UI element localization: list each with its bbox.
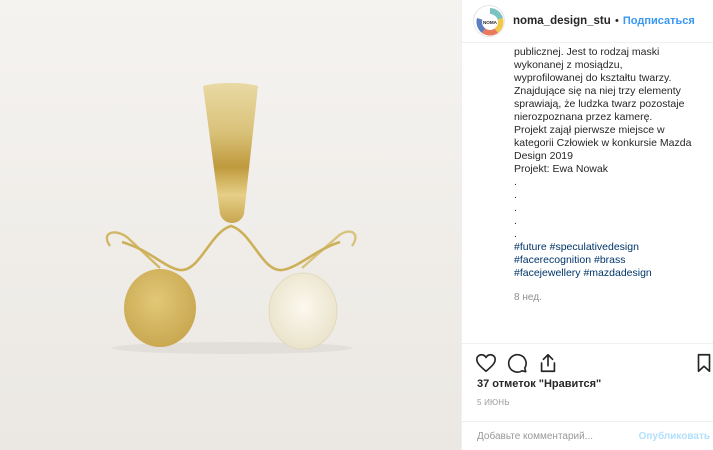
caption-line: wykonanej z mosiądzu, [514, 59, 623, 71]
caption-line: nierozpoznana przez kamerę. [514, 111, 653, 123]
comment-icon[interactable] [506, 352, 528, 374]
post-actions-bar [462, 343, 713, 373]
post-side-panel: NOMA noma_design_studi • Подписаться pub… [461, 0, 713, 450]
post-photo[interactable] [0, 0, 461, 450]
comment-bar: Опубликовать [462, 421, 713, 450]
publish-button[interactable]: Опубликовать [639, 431, 710, 442]
post-date: 5 июнь [477, 398, 510, 407]
hashtag-link[interactable]: #future [514, 241, 547, 253]
caption-line: Znajdujące się na niej trzy elementy [514, 85, 681, 97]
comment-input[interactable] [477, 430, 637, 442]
caption-line: Projekt zajął pierwsze miejsce w [514, 124, 665, 136]
caption-line: Projekt: Ewa Nowak [514, 163, 608, 175]
caption-line: . [514, 176, 517, 188]
username-link[interactable]: noma_design_studi [513, 15, 611, 27]
bookmark-icon[interactable] [693, 352, 713, 374]
caption-line: . [514, 215, 517, 227]
hashtag-line: #future #speculativedesign [514, 241, 708, 254]
hashtag-link[interactable]: #facejewellery [514, 267, 581, 279]
heart-icon[interactable] [475, 352, 497, 374]
caption-line: . [514, 189, 517, 201]
brass-face-jewellery-photo [0, 0, 461, 450]
separator-dot: • [615, 15, 619, 27]
hashtag-link[interactable]: #facerecognition [514, 254, 591, 266]
share-icon[interactable] [537, 352, 559, 374]
hashtag-link[interactable]: #brass [594, 254, 626, 266]
caption-time-ago[interactable]: 8 нед. [514, 291, 708, 304]
caption-line: kategorii Człowiek w konkursie Mazda [514, 137, 692, 149]
caption-text: publicznej. Jest to rodzaj maski wykonan… [462, 46, 713, 328]
hashtag-line: #facerecognition #brass [514, 254, 708, 267]
avatar[interactable]: NOMA [473, 5, 505, 37]
caption-line: . [514, 228, 517, 240]
caption-line: . [514, 202, 517, 214]
caption-line: publicznej. Jest to rodzaj maski [514, 46, 660, 58]
hashtag-link[interactable]: #mazdadesign [583, 267, 651, 279]
hashtag-line: #facejewellery #mazdadesign [514, 267, 708, 280]
caption-line: sprawiają, że ludzka twarz pozostaje [514, 98, 685, 110]
follow-button[interactable]: Подписаться [623, 15, 695, 27]
likes-count[interactable]: 37 отметок "Нравится" [477, 378, 601, 390]
caption-line: wyprofilowanej do kształtu twarzy. [514, 72, 672, 84]
svg-text:NOMA: NOMA [483, 20, 498, 25]
post-header: NOMA noma_design_studi • Подписаться [462, 0, 713, 43]
hashtag-link[interactable]: #speculativedesign [550, 241, 639, 253]
caption-line: Design 2019 [514, 150, 573, 162]
